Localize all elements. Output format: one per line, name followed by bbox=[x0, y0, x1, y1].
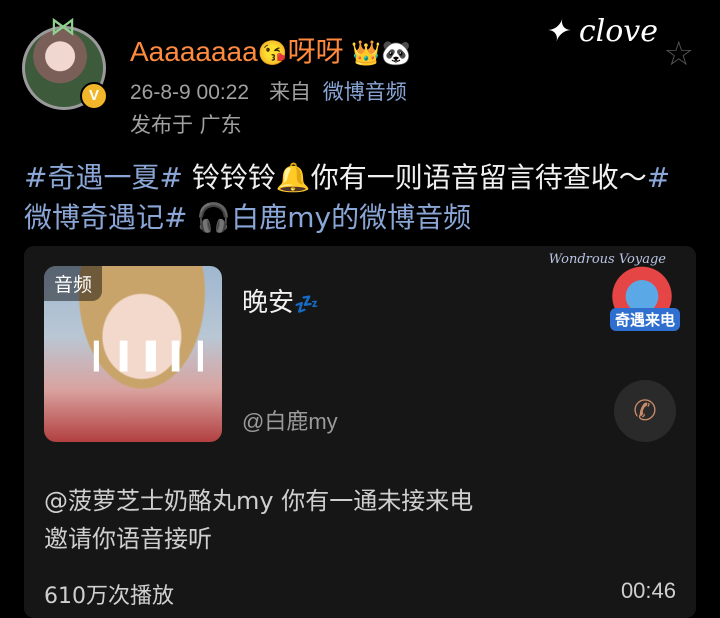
cover-label: 音频 bbox=[44, 266, 103, 301]
love-badge-icon: ✦ clove bbox=[544, 14, 658, 49]
call-button[interactable]: ✆ bbox=[614, 380, 676, 442]
avatar[interactable]: ⋈ V bbox=[22, 14, 108, 110]
post-text: #奇遇一夏# 铃铃铃🔔你有一则语音留言待查收～#微博奇遇记# 🎧白鹿my的微博音… bbox=[24, 158, 696, 238]
audio-title[interactable]: 晚安💤 bbox=[242, 282, 319, 319]
audio-title-text[interactable]: 晚安 bbox=[242, 288, 294, 318]
audio-description: @菠萝芝士奶酪丸my 你有一通未接来电 邀请你语音接听 bbox=[44, 482, 674, 558]
audio-link[interactable]: 🎧白鹿my的微博音频 bbox=[187, 201, 471, 234]
audio-cover[interactable]: 音频 ▎▍▌▍▎ bbox=[44, 266, 222, 442]
verified-badge-icon: V bbox=[80, 82, 108, 110]
play-count: 610万次播放 bbox=[44, 584, 174, 609]
audio-wave-icon: ▎▍▌▍▎ bbox=[94, 342, 222, 372]
sleep-emoji-icon: 💤 bbox=[294, 292, 319, 316]
description-line-2: 邀请你语音接听 bbox=[44, 525, 212, 553]
brand-text: 奇遇来电 bbox=[609, 308, 680, 331]
star-icon[interactable]: ☆ bbox=[664, 34, 694, 74]
audio-duration: 00:46 bbox=[620, 578, 676, 603]
phone-icon: ✆ bbox=[633, 394, 657, 427]
audio-author[interactable]: @白鹿my bbox=[242, 404, 338, 436]
username-suffix[interactable]: 呀呀 bbox=[288, 36, 344, 67]
username[interactable]: Aaaaaaaa😘呀呀 👑🐼 bbox=[130, 30, 411, 70]
hashtag-qiyu-yixia[interactable]: #奇遇一夏# bbox=[24, 161, 183, 194]
post-meta: 26-8-9 00:22 来自 微博音频 bbox=[130, 76, 407, 106]
description-line-1: @菠萝芝士奶酪丸my 你有一通未接来电 bbox=[44, 487, 474, 515]
source-app-link[interactable]: 微博音频 bbox=[323, 81, 407, 104]
audio-card[interactable]: Wondrous Voyage 音频 ▎▍▌▍▎ 晚安💤 @白鹿my 奇遇来电 … bbox=[24, 246, 696, 618]
post-location: 发布于 广东 bbox=[130, 113, 242, 137]
username-text[interactable]: Aaaaaaaa bbox=[130, 36, 258, 67]
post-body: 铃铃铃🔔你有一则语音留言待查收～ bbox=[182, 161, 647, 194]
post-header: ⋈ V Aaaaaaaa😘呀呀 👑🐼 26-8-9 00:22 来自 微博音频 … bbox=[22, 14, 698, 144]
crown-panda-badges-icon: 👑🐼 bbox=[351, 40, 412, 67]
timestamp: 26-8-9 00:22 bbox=[130, 81, 250, 104]
source-prefix: 来自 bbox=[268, 81, 311, 104]
kiss-emoji-icon: 😘 bbox=[257, 40, 288, 67]
bow-icon: ⋈ bbox=[50, 12, 76, 42]
